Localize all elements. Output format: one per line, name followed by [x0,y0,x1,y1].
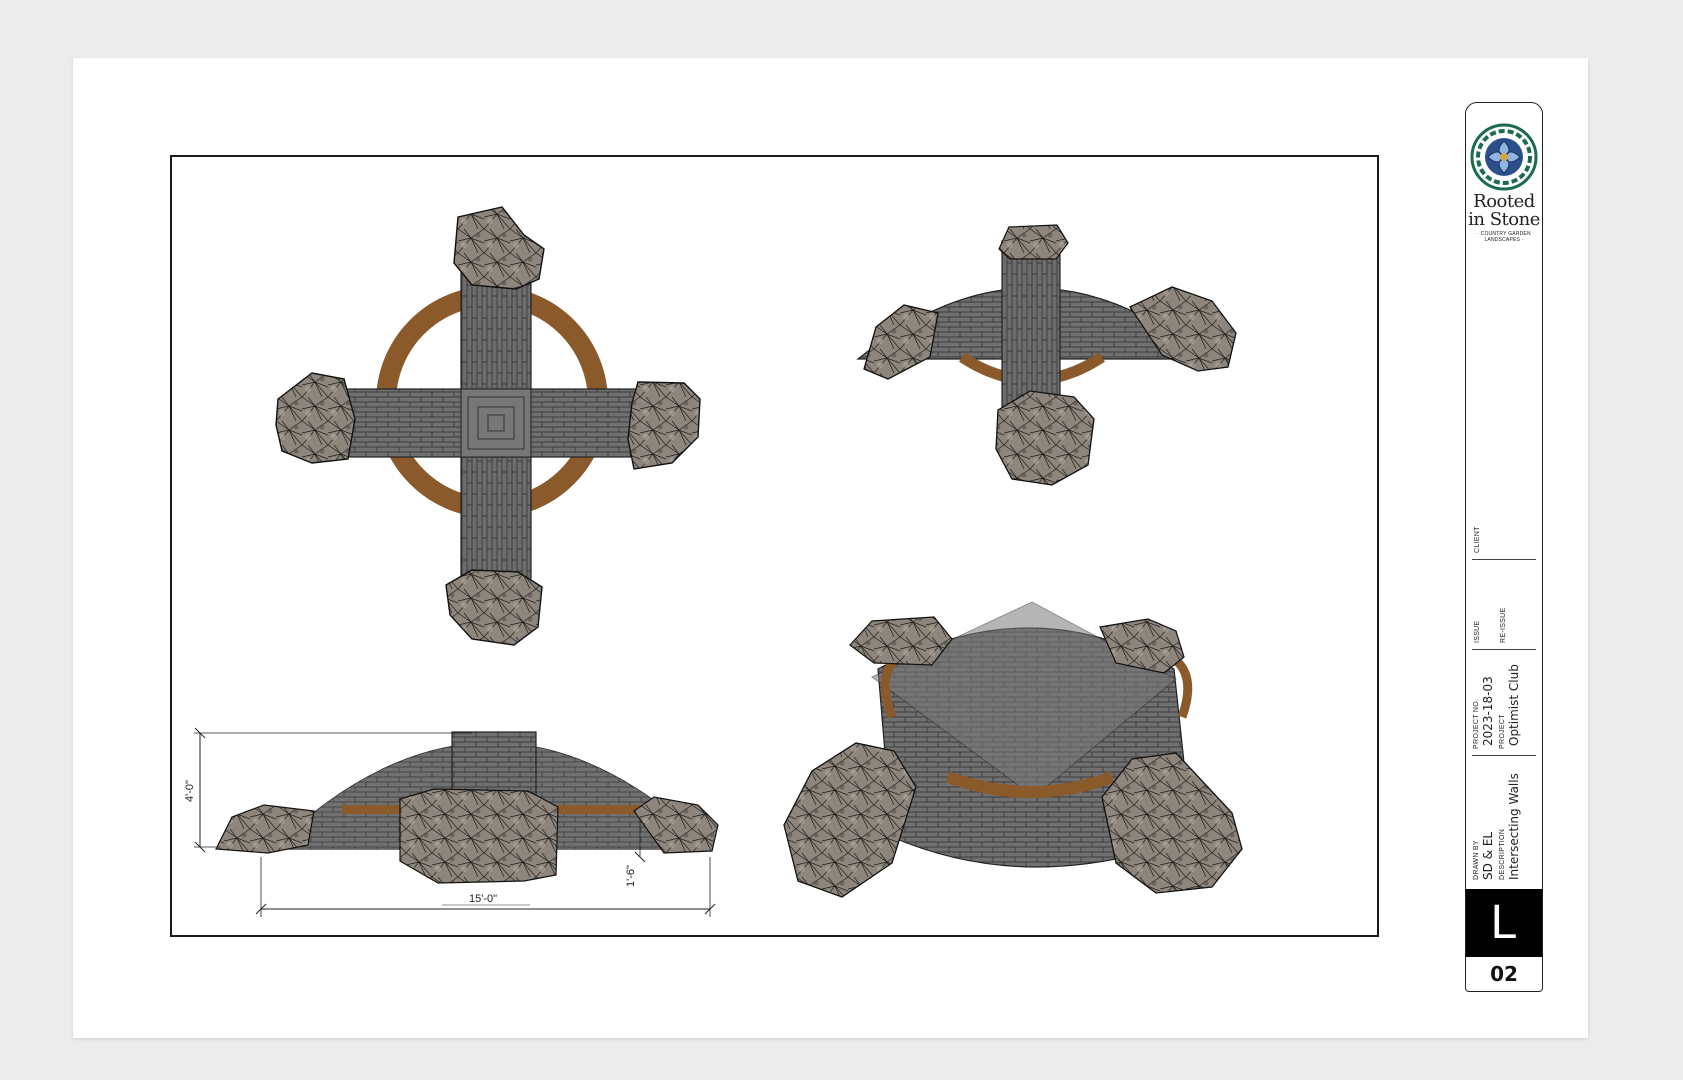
project-label: PROJECT [1499,714,1506,749]
issue-label: ISSUE [1474,620,1481,643]
celtic-knot-logo-icon [1470,123,1538,191]
drawn-by-label: DRAWN BY [1473,840,1480,880]
drawn-by-value: SD & EL [1481,831,1495,880]
client-label: CLIENT [1474,526,1481,553]
project-divider [1472,755,1536,756]
drawing-sheet: 4'-0" 15'-0" 1'-6" Rooted in Stone · COU… [73,58,1588,1038]
sheet-letter: L [1466,889,1542,957]
project-no-value: 2023-18-03 [1481,676,1495,746]
description-value: Intersecting Walls [1507,773,1521,880]
drawing-frame: 4'-0" 15'-0" 1'-6" [170,155,1379,937]
company-name: Rooted in Stone · COUNTRY GARDEN LANDSCA… [1466,193,1542,244]
plan-view [275,206,701,646]
description-label: DESCRIPTION [1499,828,1506,880]
elevation-view: 4'-0" 15'-0" 1'-6" [184,727,719,917]
iso-view-bottom [783,601,1243,898]
company-name-line2: in Stone [1468,209,1540,230]
company-tagline: · COUNTRY GARDEN LANDSCAPES · [1477,231,1531,243]
iso-view-top [856,224,1237,486]
project-value: Optimist Club [1507,664,1521,746]
reissue-label: RE-ISSUE [1500,607,1507,643]
dim-height-label: 4'-0" [184,780,196,802]
project-no-label: PROJECT NO. [1473,698,1480,749]
drawing-views: 4'-0" 15'-0" 1'-6" [184,206,1243,917]
issue-divider [1472,649,1536,650]
title-block: Rooted in Stone · COUNTRY GARDEN LANDSCA… [1465,102,1543,992]
client-divider [1472,559,1536,560]
sheet-number: 02 [1490,962,1518,986]
dim-step-label: 1'-6" [625,865,637,887]
dim-width-label: 15'-0" [469,893,497,905]
